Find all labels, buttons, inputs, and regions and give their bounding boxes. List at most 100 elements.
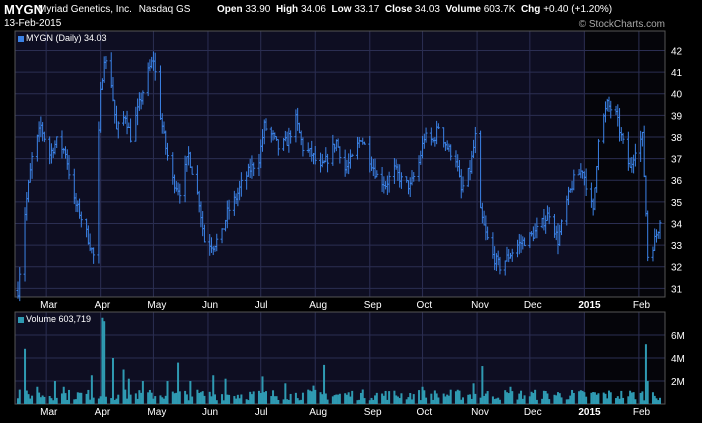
volume-bar [398,398,401,404]
volume-bar [423,390,426,404]
volume-bar [604,393,607,404]
volume-bar [629,390,632,404]
price-x-tick-label: 2015 [578,300,601,311]
price-x-tick-label: Aug [309,300,327,311]
volume-bar [372,399,375,404]
volume-bar [483,395,486,404]
volume-bar [430,393,433,404]
volume-bar [134,393,137,404]
volume-bar [546,393,549,404]
volume-bar [544,391,547,404]
volume-bar [460,399,463,404]
volume-bar [122,369,125,404]
price-y-tick-label: 32 [671,263,683,274]
price-x-tick-label: Oct [417,300,433,311]
volume-bar [548,399,551,404]
volume-bar [382,395,385,404]
volume-bar [78,392,81,404]
volume-bar [85,393,88,404]
volume-bar [535,399,538,404]
volume-bar [50,398,53,404]
price-y-tick-label: 34 [671,219,683,230]
volume-y-tick-label: 2M [671,377,685,388]
volume-bar [560,397,563,404]
volume-bar [245,399,248,404]
volume-bar [273,396,276,404]
volume-legend-text: Volume 603,719 [26,314,92,324]
volume-bar [238,398,241,404]
volume-bar [249,391,252,404]
price-y-tick-label: 39 [671,111,683,122]
volume-bar [646,381,649,404]
volume-bar [507,393,510,404]
price-y-tick-label: 40 [671,90,683,101]
volume-bar [565,399,568,404]
volume-bar [395,395,398,404]
volume-bar [602,392,605,404]
volume-bar [185,394,188,404]
volume-bar [418,390,421,404]
volume-legend-swatch [18,316,24,323]
volume-bar [161,397,164,404]
volume-bar [111,358,114,404]
volume-bar [166,381,169,404]
volume-bar [498,399,501,404]
volume-bar [491,396,494,404]
volume-x-tick-label: Nov [471,407,489,418]
volume-bar [571,389,574,404]
volume-bar [222,400,225,404]
volume-bar [659,397,661,404]
volume-bar [25,390,28,404]
volume-bar [17,398,19,404]
volume-bar [66,399,69,404]
price-x-tick-label: Jul [255,300,268,311]
volume-bar [171,391,174,404]
volume-bar [534,389,537,404]
volume-bar [384,390,387,404]
volume-bar [39,397,42,404]
volume-bar [579,390,582,404]
volume-bar [337,394,340,404]
volume-bar [261,376,264,404]
volume-bar [221,394,224,404]
volume-bar [363,398,366,404]
volume-bar [606,398,609,404]
volume-bar [495,398,498,404]
volume-bar [374,395,377,404]
volume-bar [41,395,44,404]
volume-bar [99,396,102,404]
volume-bar [110,398,113,404]
volume-bar [187,400,190,404]
volume-bar [89,399,92,404]
volume-bar [73,399,76,404]
volume-bar [615,398,618,404]
volume-bar [497,397,500,404]
volume-bar [27,394,30,404]
volume-bar [252,391,255,404]
volume-bar [152,398,155,404]
volume-bar [523,395,526,404]
volume-bar [349,396,352,404]
volume-bar [481,366,484,404]
volume-bar [368,400,371,404]
price-x-tick-label: Dec [524,300,542,311]
volume-bar [259,392,262,404]
volume-bar [405,399,408,404]
volume-bar [393,390,396,404]
volume-y-tick-label: 6M [671,331,685,342]
volume-x-tick-label: Mar [40,407,58,418]
volume-bar [449,389,452,404]
volume-bar [493,399,496,404]
volume-bar [572,393,575,404]
volume-bar [52,400,55,404]
volume-bar [60,393,63,404]
volume-bar [307,389,310,404]
volume-bar [618,398,621,404]
volume-bar [381,393,384,404]
volume-bar [101,317,104,404]
volume-bar [55,397,58,404]
volume-bar [150,392,153,404]
volume-x-tick-label: 2015 [578,407,601,418]
volume-bar [520,390,523,404]
volume-bar [31,395,34,404]
